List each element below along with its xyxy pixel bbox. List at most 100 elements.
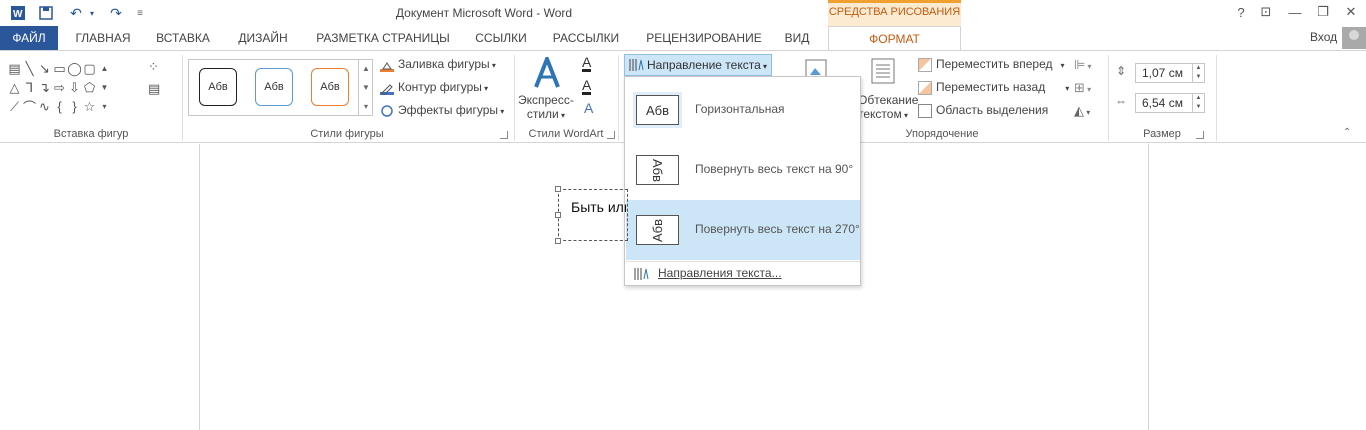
shape-width-field[interactable]: 6,54 см ▲ ▼	[1135, 93, 1205, 113]
left-brace-shape-icon[interactable]: {	[52, 97, 67, 116]
tab-page-layout[interactable]: РАЗМЕТКА СТРАНИЦЫ	[310, 26, 456, 50]
text-effects-icon[interactable]: A	[584, 101, 593, 115]
bring-forward-button[interactable]: Переместить вперед ▾	[918, 54, 1065, 74]
text-direction-button[interactable]: Направление текста ▾	[624, 54, 772, 76]
tab-insert[interactable]: ВСТАВКА	[150, 26, 216, 50]
arc-shape-icon[interactable]: ⌒	[22, 97, 37, 116]
shape-fill-button[interactable]: Заливка фигуры ▾	[380, 54, 496, 74]
right-arrow-shape-icon[interactable]: ⇨	[52, 78, 67, 97]
text-direction-options-icon	[633, 266, 649, 288]
edit-shape-icon[interactable]: ⁘	[148, 59, 159, 75]
elbow-connector-shape-icon[interactable]: ⅂	[22, 78, 37, 97]
menu-item-rotate-270[interactable]: Абв Повернуть весь текст на 270°	[626, 200, 860, 260]
elbow-arrow-shape-icon[interactable]: ↴	[37, 78, 52, 97]
send-backward-button[interactable]: Переместить назад ▾	[918, 77, 1069, 97]
tab-view[interactable]: ВИД	[778, 26, 816, 50]
selection-pane-icon	[918, 103, 932, 118]
size-launcher-icon[interactable]	[1196, 131, 1204, 139]
text-outline-icon[interactable]: A	[582, 78, 592, 95]
ribbon-tabs: ФАЙЛ ГЛАВНАЯ ВСТАВКА ДИЗАЙН РАЗМЕТКА СТР…	[0, 26, 1366, 51]
shape-height-icon: ⇕	[1116, 64, 1127, 78]
shape-effects-button[interactable]: Эффекты фигуры ▾	[380, 100, 504, 120]
close-icon[interactable]: ✕	[1340, 3, 1362, 21]
text-direction-options-item[interactable]: Направления текста...	[626, 261, 860, 283]
height-spinner[interactable]: ▲ ▼	[1192, 64, 1204, 82]
oval-shape-icon[interactable]: ◯	[67, 59, 82, 78]
help-icon[interactable]: ?	[1230, 3, 1252, 21]
quick-styles-button[interactable]: Экспресс- стили ▾	[518, 93, 574, 121]
menu-item-horizontal[interactable]: Абв Горизонтальная	[626, 80, 860, 140]
curve-shape-icon[interactable]: ∿	[37, 97, 52, 116]
tab-mailings[interactable]: РАССЫЛКИ	[546, 26, 626, 50]
shape-styles-gallery[interactable]: Абв Абв Абв	[188, 59, 373, 116]
star-shape-icon[interactable]: ☆	[82, 97, 97, 116]
resize-handle-left[interactable]	[555, 212, 561, 218]
group-label-shape-styles: Стили фигуры	[310, 128, 384, 140]
selection-pane-button[interactable]: Область выделения	[918, 100, 1048, 120]
text-fill-icon[interactable]: A	[582, 55, 592, 72]
selected-text-box[interactable]	[558, 189, 628, 241]
page-right-edge	[1148, 144, 1149, 430]
style-preset-1[interactable]: Абв	[199, 68, 237, 106]
collapse-ribbon-icon[interactable]: ⌃	[1343, 127, 1351, 138]
tab-file[interactable]: ФАЙЛ	[0, 26, 58, 50]
group-label-wordart: Стили WordArt	[528, 128, 604, 140]
align-icon[interactable]: ⊫ ▾	[1074, 57, 1092, 73]
group-objects-icon[interactable]: ⊞ ▾	[1074, 80, 1091, 96]
shape-styles-launcher-icon[interactable]	[500, 131, 508, 139]
text-direction-icon	[628, 58, 644, 78]
menu-item-rotate-90[interactable]: Абв Повернуть весь текст на 90°	[626, 140, 860, 200]
gallery-up-icon[interactable]: ▲	[359, 59, 373, 78]
shapes-up-icon[interactable]: ▲	[97, 59, 112, 78]
down-arrow-shape-icon[interactable]: ⇩	[67, 78, 82, 97]
tab-design[interactable]: ДИЗАЙН	[230, 26, 296, 50]
group-label-arrange: Упорядочение	[905, 128, 979, 140]
text-box-content[interactable]: Быть или	[571, 199, 626, 215]
draw-text-box-icon[interactable]: ▤	[148, 81, 160, 97]
rotate-icon[interactable]: ◭ ▾	[1074, 103, 1090, 119]
gallery-more-icon[interactable]: ▾	[359, 97, 373, 116]
restore-icon[interactable]: ❐	[1312, 3, 1334, 21]
shapes-down-icon[interactable]: ▼	[97, 78, 112, 97]
resize-handle-top-left[interactable]	[555, 186, 561, 192]
shape-outline-button[interactable]: Контур фигуры ▾	[380, 77, 488, 97]
pentagon-shape-icon[interactable]: ⬠	[82, 78, 97, 97]
wordart-a-icon[interactable]	[532, 53, 562, 92]
gallery-down-icon[interactable]: ▼	[359, 78, 373, 97]
text-box-shape-icon[interactable]: ▤	[7, 59, 22, 78]
pen-icon	[380, 81, 394, 96]
right-brace-shape-icon[interactable]: }	[67, 97, 82, 116]
tab-format[interactable]: ФОРМАТ	[828, 26, 961, 51]
bring-forward-icon	[918, 57, 932, 72]
arrow-line-shape-icon[interactable]: ↘	[37, 59, 52, 78]
horizontal-text-icon: Абв	[636, 95, 679, 125]
sign-in-link[interactable]: Вход	[1310, 30, 1337, 44]
rounded-rect-shape-icon[interactable]: ▢	[82, 59, 97, 78]
rectangle-shape-icon[interactable]: ▭	[52, 59, 67, 78]
style-preset-3[interactable]: Абв	[311, 68, 349, 106]
tab-references[interactable]: ССЫЛКИ	[468, 26, 534, 50]
rotate-90-text-icon: Абв	[636, 155, 679, 185]
triangle-shape-icon[interactable]: △	[7, 78, 22, 97]
wrap-text-button[interactable]: Обтекание текстом ▾	[858, 93, 918, 121]
minimize-icon[interactable]: —	[1284, 3, 1306, 21]
resize-handle-bottom-left[interactable]	[555, 238, 561, 244]
tab-home[interactable]: ГЛАВНАЯ	[68, 26, 138, 50]
shapes-more-icon[interactable]: ▾	[97, 97, 112, 116]
paint-bucket-icon	[380, 58, 394, 72]
gallery-scroll: ▲ ▼ ▾	[358, 59, 373, 116]
shape-height-field[interactable]: 1,07 см ▲ ▼	[1135, 63, 1205, 83]
tab-review[interactable]: РЕЦЕНЗИРОВАНИЕ	[640, 26, 768, 50]
wrap-text-icon[interactable]	[870, 57, 896, 88]
shapes-gallery[interactable]: ▤ ╲ ↘ ▭ ◯ ▢ ▲ △ ⅂ ↴ ⇨ ⇩ ⬠ ▼ ⟋ ⌒ ∿ { } ☆ …	[7, 59, 127, 116]
avatar[interactable]	[1342, 27, 1366, 49]
style-preset-2[interactable]: Абв	[255, 68, 293, 106]
text-direction-menu: Абв Горизонтальная Абв Повернуть весь те…	[624, 76, 861, 286]
width-spinner[interactable]: ▲ ▼	[1192, 94, 1204, 112]
line-shape-icon[interactable]: ╲	[22, 59, 37, 78]
ribbon-display-icon[interactable]: ⊡	[1255, 3, 1277, 21]
wordart-launcher-icon[interactable]	[607, 131, 615, 139]
title-bar: W ↶ ▾ ↷ ≡ Документ Microsoft Word - Word…	[0, 0, 1366, 26]
diagonal-shape-icon[interactable]: ⟋	[7, 97, 22, 116]
shape-width-icon: ⇔	[1115, 94, 1127, 108]
